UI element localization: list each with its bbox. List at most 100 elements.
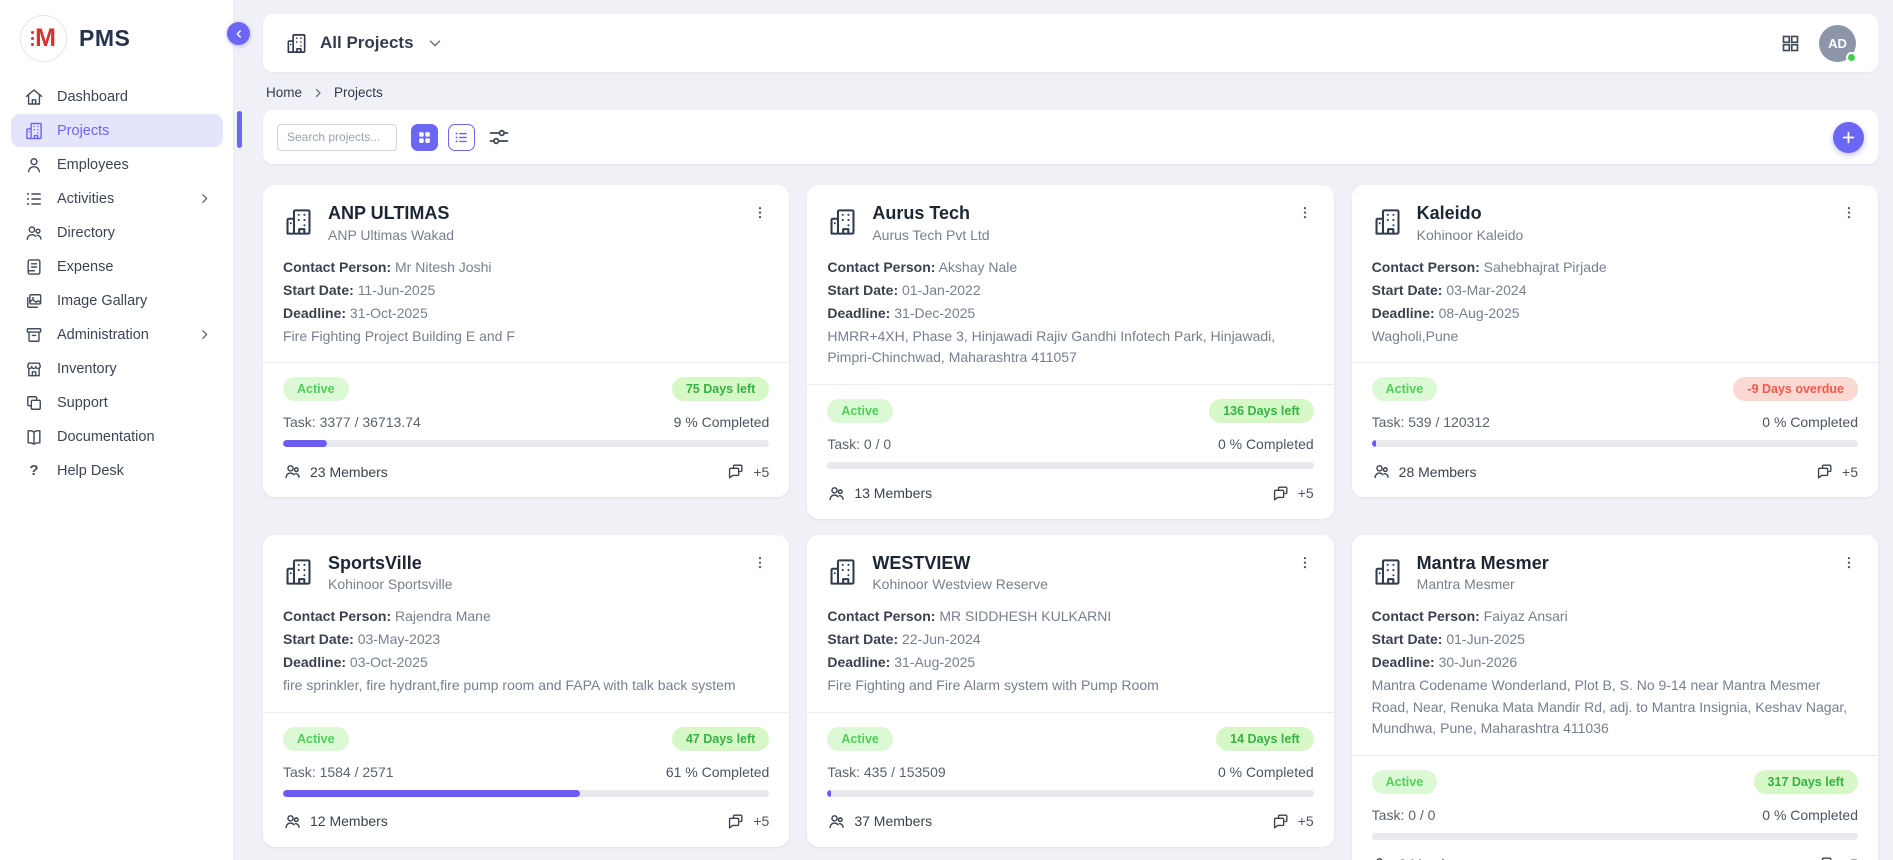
chat-group[interactable]: +5	[1815, 462, 1858, 481]
kebab-menu-icon[interactable]	[1296, 553, 1314, 573]
completed-percent: 0 % Completed	[1218, 764, 1314, 780]
badge-row: Active 317 Days left	[1372, 770, 1858, 794]
start-date-value: 03-Mar-2024	[1446, 282, 1526, 298]
members-group[interactable]: 13 Members	[827, 484, 932, 503]
chat-group[interactable]: +5	[1271, 484, 1314, 503]
status-badge: Active	[1372, 377, 1438, 401]
sidebar-item-label: Documentation	[57, 429, 155, 445]
online-status-dot	[1846, 52, 1857, 63]
kebab-menu-icon[interactable]	[751, 203, 769, 223]
kebab-menu-icon[interactable]	[751, 553, 769, 573]
project-card[interactable]: WESTVIEW Kohinoor Westview Reserve Conta…	[807, 535, 1333, 847]
contact-person-row: Contact Person: Faiyaz Ansari	[1372, 605, 1858, 628]
search-input[interactable]	[277, 124, 397, 151]
project-card[interactable]: Aurus Tech Aurus Tech Pvt Ltd Contact Pe…	[807, 185, 1333, 519]
start-date-label: Start Date:	[283, 631, 354, 647]
chat-icon	[726, 462, 745, 481]
sidebar-collapse-button[interactable]	[227, 22, 250, 45]
project-card-header: Mantra Mesmer Mantra Mesmer	[1372, 553, 1858, 593]
chat-group[interactable]: +5	[726, 812, 769, 831]
project-card-header: ANP ULTIMAS ANP Ultimas Wakad	[283, 203, 769, 243]
sidebar-item-help-desk[interactable]: ? Help Desk	[11, 454, 223, 487]
sidebar-item-expense[interactable]: Expense	[11, 250, 223, 283]
chat-icon	[1815, 855, 1834, 860]
filter-sliders-icon[interactable]	[487, 125, 511, 149]
contact-person-value: Sahebhajrat Pirjade	[1484, 259, 1607, 275]
app-logo: M PMS	[0, 0, 233, 72]
status-badge: Active	[827, 727, 893, 751]
project-card[interactable]: Mantra Mesmer Mantra Mesmer Contact Pers…	[1352, 535, 1878, 860]
card-divider	[1352, 755, 1878, 756]
start-date-label: Start Date:	[827, 282, 898, 298]
sidebar-item-image-gallary[interactable]: Image Gallary	[11, 284, 223, 317]
list-icon	[24, 189, 44, 209]
building-icon	[24, 121, 44, 141]
project-card[interactable]: ANP ULTIMAS ANP Ultimas Wakad Contact Pe…	[263, 185, 789, 497]
sidebar-item-directory[interactable]: Directory	[11, 216, 223, 249]
members-group[interactable]: 23 Members	[283, 462, 388, 481]
sidebar-item-label: Administration	[57, 327, 149, 343]
project-card-header: WESTVIEW Kohinoor Westview Reserve	[827, 553, 1313, 593]
sidebar-item-activities[interactable]: Activities	[11, 182, 223, 215]
breadcrumb-home[interactable]: Home	[266, 85, 302, 100]
task-count: Task: 1584 / 2571	[283, 764, 394, 780]
add-project-button[interactable]	[1833, 122, 1864, 153]
contact-person-value: Faiyaz Ansari	[1484, 608, 1568, 624]
project-card-titles: WESTVIEW Kohinoor Westview Reserve	[872, 553, 1048, 593]
members-icon	[1372, 855, 1391, 860]
start-date-value: 01-Jun-2025	[1446, 631, 1525, 647]
days-badge: 75 Days left	[672, 377, 769, 401]
deadline-value: 30-Jun-2026	[1439, 654, 1518, 670]
project-title: ANP ULTIMAS	[328, 203, 454, 224]
members-icon	[827, 484, 846, 503]
chevron-right-icon	[198, 192, 211, 205]
list-view-button[interactable]	[448, 124, 475, 151]
sidebar-item-employees[interactable]: Employees	[11, 148, 223, 181]
sidebar-item-dashboard[interactable]: Dashboard	[11, 80, 223, 113]
sidebar-item-support[interactable]: Support	[11, 386, 223, 419]
members-group[interactable]: 37 Members	[827, 812, 932, 831]
chat-group[interactable]: +5	[1271, 812, 1314, 831]
sidebar-item-label: Inventory	[57, 361, 117, 377]
sidebar-item-documentation[interactable]: Documentation	[11, 420, 223, 453]
progress-bar	[1372, 833, 1858, 840]
sidebar-item-inventory[interactable]: Inventory	[11, 352, 223, 385]
members-group[interactable]: 28 Members	[1372, 462, 1477, 481]
sidebar-item-projects[interactable]: Projects	[11, 114, 223, 147]
contact-person-label: Contact Person:	[1372, 608, 1480, 624]
grid-view-button[interactable]	[411, 124, 438, 151]
project-card[interactable]: SportsVille Kohinoor Sportsville Contact…	[263, 535, 789, 847]
members-group[interactable]: 12 Members	[283, 812, 388, 831]
project-scope-dropdown[interactable]: All Projects	[285, 32, 444, 55]
avatar[interactable]: AD	[1819, 25, 1856, 62]
chat-group[interactable]: +5	[1815, 855, 1858, 860]
building-icon	[827, 205, 858, 239]
members-group[interactable]: 3 Members	[1372, 855, 1469, 860]
project-description: fire sprinkler, fire hydrant,fire pump r…	[283, 675, 769, 697]
chat-group[interactable]: +5	[726, 462, 769, 481]
sidebar-menu: Dashboard Projects Employees Activities	[0, 80, 233, 488]
kebab-menu-icon[interactable]	[1840, 553, 1858, 573]
logo-letter: M	[35, 26, 56, 51]
project-details: Contact Person: MR SIDDHESH KULKARNI Sta…	[827, 605, 1313, 697]
start-date-row: Start Date: 03-May-2023	[283, 628, 769, 651]
kebab-menu-icon[interactable]	[1840, 203, 1858, 223]
card-divider	[263, 362, 789, 363]
contact-person-label: Contact Person:	[827, 608, 935, 624]
building-icon	[1372, 555, 1403, 589]
apps-grid-icon[interactable]	[1780, 33, 1801, 54]
chevron-right-icon	[312, 87, 324, 99]
days-badge: 317 Days left	[1754, 770, 1858, 794]
deadline-value: 08-Aug-2025	[1439, 305, 1520, 321]
breadcrumb-projects[interactable]: Projects	[334, 85, 383, 100]
deadline-label: Deadline:	[283, 654, 346, 670]
project-card[interactable]: Kaleido Kohinoor Kaleido Contact Person:…	[1352, 185, 1878, 497]
sidebar: M PMS Dashboard Projects Employees	[0, 0, 234, 860]
sidebar-item-administration[interactable]: Administration	[11, 318, 223, 351]
card-footer: 3 Members +5	[1372, 855, 1858, 860]
gallery-icon	[24, 291, 44, 311]
start-date-row: Start Date: 01-Jun-2025	[1372, 628, 1858, 651]
kebab-menu-icon[interactable]	[1296, 203, 1314, 223]
members-count: 28 Members	[1399, 464, 1477, 480]
status-badge: Active	[283, 727, 349, 751]
